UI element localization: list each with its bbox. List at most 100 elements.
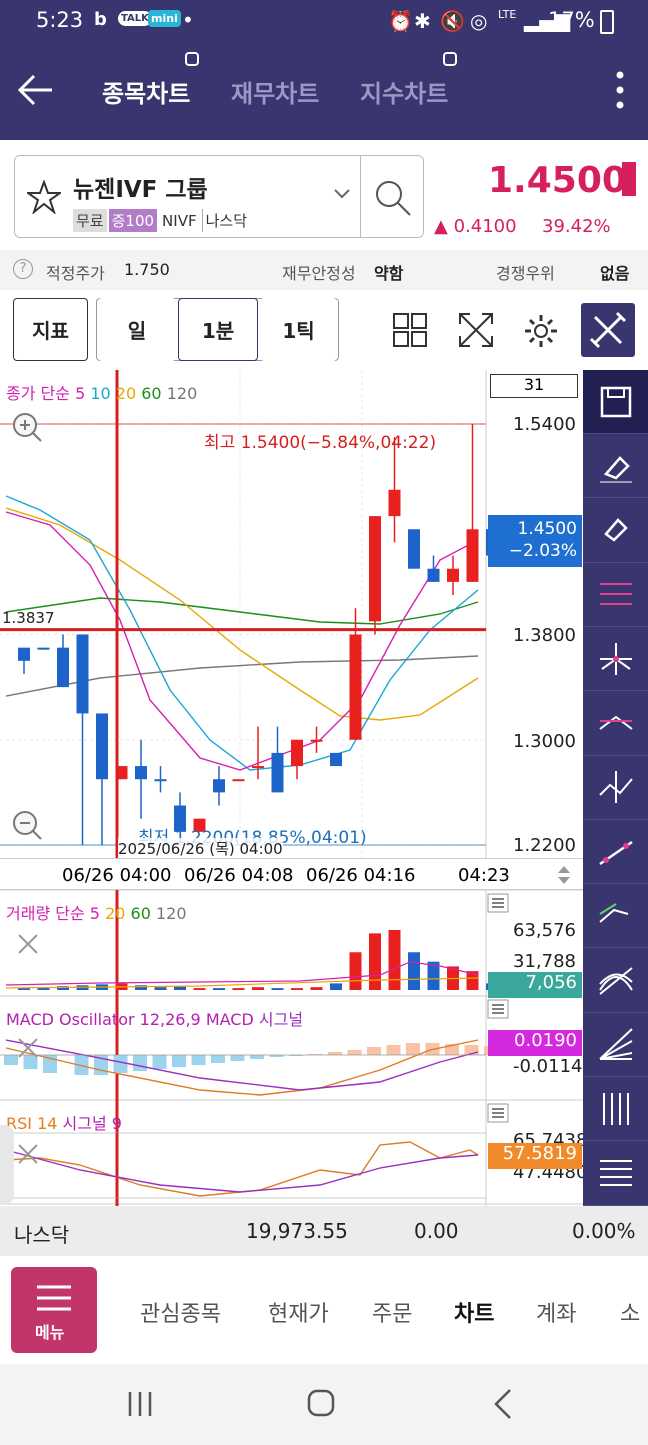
stock-selector[interactable]: 뉴젠IVF 그룹 무료 증100 NIVF 나스닥 — [14, 155, 424, 238]
star-icon[interactable] — [27, 180, 61, 214]
price-tick-4: 1.2200 — [513, 835, 576, 856]
mute-icon: 🔇 — [440, 9, 465, 33]
recent-apps-icon[interactable] — [126, 1390, 154, 1418]
volume-bar — [291, 988, 303, 990]
zoom-out-icon[interactable] — [10, 808, 44, 842]
alarm-icon: ⏰ — [388, 9, 413, 33]
chevron-down-icon[interactable] — [333, 188, 351, 200]
app-bar: 종목차트 재무차트 지수차트 — [0, 44, 648, 140]
indicator-button[interactable]: 지표 — [13, 298, 88, 361]
candle-body — [408, 529, 420, 569]
candle-body — [57, 647, 69, 688]
volume-bar — [154, 987, 167, 990]
time-label: 06/26 04:08 — [184, 865, 294, 886]
back-arrow-icon[interactable] — [16, 74, 54, 106]
panel-menu-icon[interactable] — [487, 893, 509, 913]
grid-layout-icon[interactable] — [392, 312, 428, 348]
panel-menu-icon[interactable] — [487, 999, 509, 1019]
fan-tool-icon — [598, 967, 633, 995]
tool-line-tool[interactable] — [583, 820, 648, 885]
nav-account[interactable]: 계좌 — [536, 1296, 576, 1328]
panel-menu-icon[interactable] — [487, 1103, 509, 1123]
macd-histogram-bar — [172, 1055, 186, 1067]
tool-erase-all[interactable] — [583, 499, 648, 563]
volume-legend[interactable]: 거래량 단순 5 20 60 120 — [6, 900, 187, 924]
tool-trend-tool[interactable] — [583, 756, 648, 820]
fullscreen-icon[interactable] — [456, 310, 496, 350]
settings-gear-icon[interactable] — [522, 312, 560, 350]
nav-watchlist[interactable]: 관심종목 — [140, 1296, 221, 1328]
competitive-value: 없음 — [600, 264, 630, 283]
volume-bar — [213, 988, 225, 990]
hamburger-icon — [37, 1285, 71, 1311]
macd-histogram-bar — [250, 1055, 264, 1059]
volume-bar — [252, 987, 264, 990]
close-icon[interactable] — [16, 932, 40, 956]
tool-save[interactable] — [583, 370, 648, 434]
battery-percent: 17% — [548, 8, 595, 32]
period-1tick-button[interactable]: 1틱 — [260, 298, 337, 361]
volume-bar — [408, 952, 420, 990]
tab-index-chart[interactable]: 지수차트 — [360, 74, 448, 109]
macd-legend[interactable]: MACD Oscillator 12,26,9 MACD 시그널 — [6, 1006, 303, 1030]
edge-handle[interactable] — [0, 1125, 14, 1205]
ma-legend[interactable]: 종가 단순 5 10 20 60 120 — [6, 380, 197, 404]
nav-quote[interactable]: 현재가 — [268, 1296, 329, 1328]
tools-icon — [589, 311, 627, 349]
time-axis: 06/26 04:00 06/26 04:08 06/26 04:16 04:2… — [0, 858, 583, 890]
rsi-signal-line — [5, 1149, 479, 1193]
tool-fan-tool[interactable] — [583, 949, 648, 1013]
menu-button[interactable]: 메뉴 — [11, 1267, 97, 1353]
candle-body — [76, 634, 89, 714]
tool-hcl-lines[interactable] — [583, 563, 648, 627]
more-vert-icon[interactable] — [612, 70, 628, 110]
macd-histogram-bar — [328, 1052, 342, 1055]
eraser-icon — [599, 455, 632, 483]
tab-badge-icon — [185, 52, 199, 66]
help-icon[interactable]: ? — [13, 259, 33, 279]
candle-body — [330, 752, 342, 767]
tool-auto-trend[interactable] — [583, 884, 648, 949]
save-icon — [600, 386, 631, 417]
axis-scroll-icon[interactable] — [556, 863, 572, 887]
tool-fib-fan[interactable] — [583, 1013, 648, 1077]
candle-count-box[interactable]: 31 — [490, 374, 578, 398]
nav-order[interactable]: 주문 — [372, 1296, 412, 1328]
drawing-tools-button[interactable] — [581, 303, 635, 357]
macd-histogram-bar — [191, 1055, 206, 1065]
tool-vertical-lines[interactable] — [583, 1077, 648, 1142]
tool-cross-tool[interactable] — [583, 627, 648, 692]
rsi-legend[interactable]: RSI 14 시그널 9 — [6, 1110, 122, 1134]
close-icon[interactable] — [16, 1036, 40, 1060]
close-icon[interactable] — [16, 1142, 40, 1166]
nav-chart[interactable]: 차트 — [454, 1296, 494, 1328]
info-bar: ? 적정주가 1.750 재무안정성 약함 경쟁우위 없음 — [0, 250, 648, 290]
crosshair-date: 2025/06/26 (목) 04:00 — [118, 838, 283, 859]
period-1min-button[interactable]: 1분 — [178, 298, 258, 361]
cross-tool-icon — [599, 642, 632, 675]
nav-more[interactable]: 소 — [620, 1296, 640, 1328]
tool-horizontal-lines[interactable] — [583, 1142, 648, 1206]
period-day-button[interactable]: 일 — [98, 298, 176, 361]
market-index-bar[interactable]: 나스닥 19,973.55 0.00 0.00% — [0, 1206, 648, 1256]
chart-area[interactable] — [0, 370, 583, 1206]
candle-body — [135, 766, 147, 780]
tool-peak-tool[interactable] — [583, 692, 648, 756]
fair-price-value: 1.750 — [124, 260, 170, 279]
stock-name: 뉴젠IVF 그룹 — [73, 177, 208, 203]
tab-stock-chart[interactable]: 종목차트 — [102, 74, 190, 109]
fair-price-label: 적정주가 — [46, 264, 105, 283]
tab-finance-chart[interactable]: 재무차트 — [231, 74, 319, 109]
chart-canvas[interactable] — [0, 370, 583, 1206]
market-name: 나스닥 — [14, 1223, 70, 1247]
back-icon[interactable] — [492, 1388, 514, 1420]
tool-eraser[interactable] — [583, 434, 648, 499]
auto-trend-icon — [598, 903, 628, 923]
candle-body — [427, 568, 440, 582]
candle-body — [232, 779, 245, 782]
home-icon[interactable] — [306, 1388, 336, 1418]
search-icon[interactable] — [373, 178, 413, 218]
tag-free: 무료 — [73, 209, 107, 232]
zoom-in-icon[interactable] — [10, 410, 44, 444]
volume-bar — [369, 933, 381, 990]
